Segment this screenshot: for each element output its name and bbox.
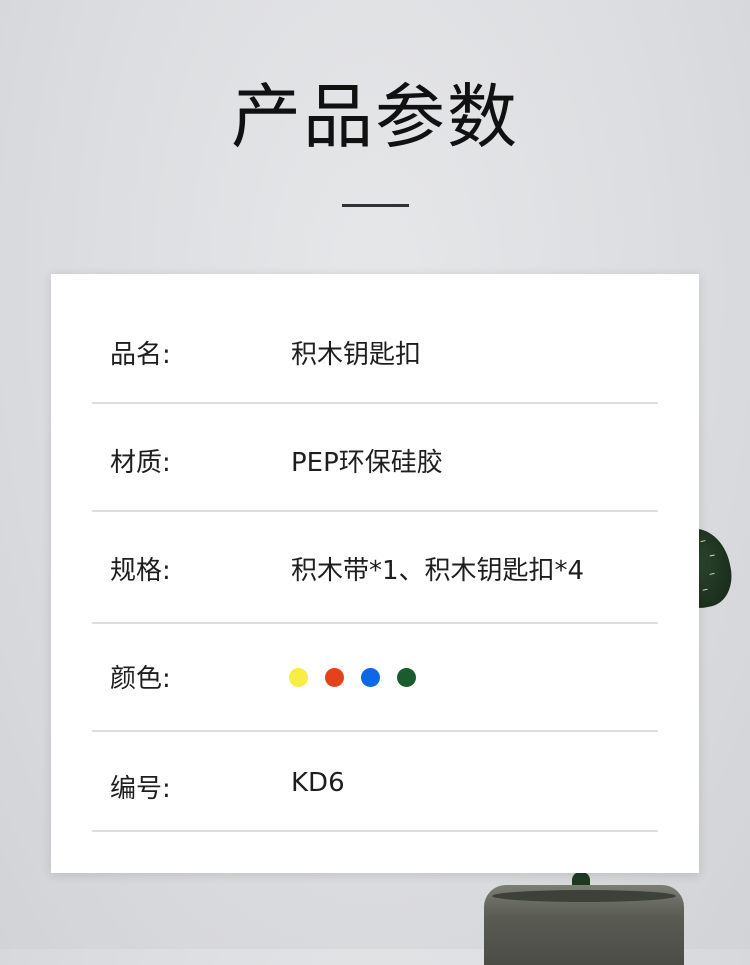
title-underline	[342, 204, 409, 207]
color-swatch-yellow	[289, 668, 308, 687]
color-swatch-green	[397, 668, 416, 687]
color-swatch-blue	[361, 668, 380, 687]
spec-value-spec: 积木带*1、积木钥匙扣*4	[291, 556, 585, 586]
spec-label-code: 编号:	[110, 774, 171, 804]
page-title: 产品参数	[231, 76, 519, 158]
spec-row-name: 品名: 积木钥匙扣	[92, 274, 658, 404]
spec-label-name: 品名:	[110, 340, 171, 370]
color-swatches	[289, 668, 416, 687]
spec-row-material: 材质: PEP环保硅胶	[92, 404, 658, 512]
spec-value-code: KD6	[291, 768, 345, 798]
spec-row-code: 编号: KD6	[92, 732, 658, 832]
plant-pot-rim-decoration	[492, 890, 676, 902]
spec-value-material: PEP环保硅胶	[291, 448, 443, 478]
spec-label-spec: 规格:	[110, 556, 171, 586]
spec-value-name: 积木钥匙扣	[291, 340, 422, 370]
spec-card: 品名: 积木钥匙扣 材质: PEP环保硅胶 规格: 积木带*1、积木钥匙扣*4 …	[51, 274, 699, 873]
spec-label-material: 材质:	[110, 448, 171, 478]
spec-row-color: 颜色:	[92, 624, 658, 732]
color-swatch-orange	[325, 668, 344, 687]
spec-label-color: 颜色:	[110, 664, 171, 694]
spec-row-spec: 规格: 积木带*1、积木钥匙扣*4	[92, 512, 658, 624]
